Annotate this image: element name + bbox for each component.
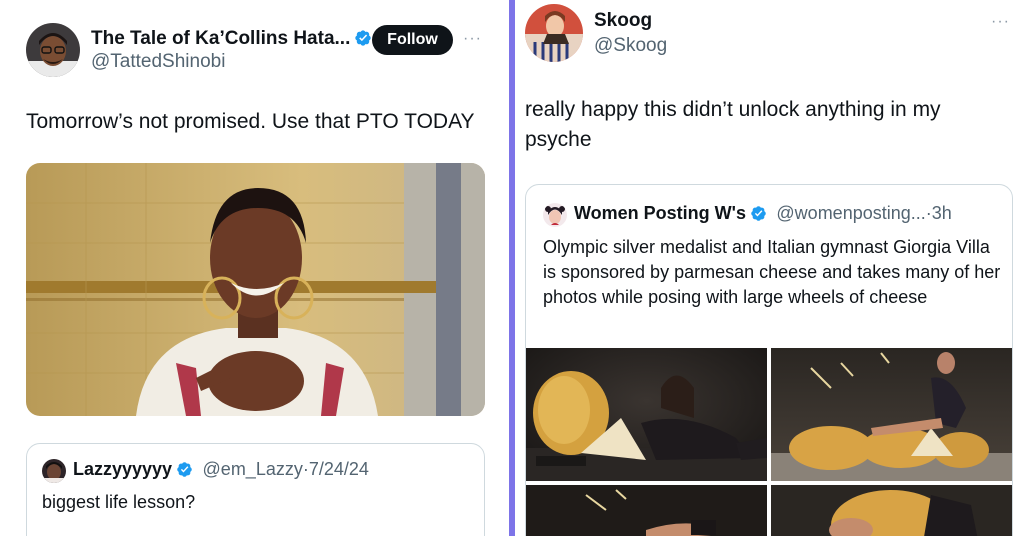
quote-photo-3[interactable] <box>526 485 767 536</box>
quote-author-name[interactable]: Women Posting W's <box>574 203 746 223</box>
more-dots-icon[interactable]: ··· <box>463 31 482 47</box>
author-name-text: The Tale of Ka’Collins Hata... <box>91 28 351 49</box>
quoted-tweet[interactable]: Women Posting W's @womenposting...·3h Ol… <box>525 184 1013 536</box>
verified-badge-icon <box>354 29 372 53</box>
quote-header: Lazzyyyyyy @em_Lazzy·7/24/24 <box>73 459 369 483</box>
author-handle[interactable]: @TattedShinobi <box>91 51 225 73</box>
quote-photo-4[interactable] <box>771 485 1012 536</box>
quote-header: Women Posting W's @womenposting...·3h <box>574 203 952 227</box>
tweet-text: Tomorrow’s not promised. Use that PTO TO… <box>26 110 475 133</box>
quote-author-handle[interactable]: @em_Lazzy <box>203 459 303 479</box>
left-tweet: The Tale of Ka’Collins Hata... @TattedSh… <box>0 0 509 536</box>
quote-time[interactable]: 3h <box>932 203 952 223</box>
quote-text: Olympic silver medalist and Italian gymn… <box>543 237 1001 307</box>
author-name[interactable]: The Tale of Ka’Collins Hata... <box>91 28 372 53</box>
quote-photo-2[interactable] <box>771 348 1012 481</box>
tweet-media-image[interactable] <box>26 163 485 416</box>
author-avatar[interactable] <box>26 23 80 77</box>
quote-author-avatar <box>42 459 66 483</box>
tweet-text: really happy this didn’t unlock anything… <box>525 98 941 151</box>
quote-author-name[interactable]: Lazzyyyyyy <box>73 459 172 479</box>
follow-button[interactable]: Follow <box>372 25 453 55</box>
quote-text: biggest life lesson? <box>42 492 196 512</box>
more-dots-icon[interactable]: ··· <box>991 14 1010 30</box>
right-tweet: Skoog @Skoog ··· really happy this didn’… <box>515 0 1024 536</box>
quoted-tweet[interactable]: Lazzyyyyyy @em_Lazzy·7/24/24 biggest lif… <box>26 443 485 536</box>
verified-badge-icon <box>750 205 767 227</box>
quote-author-handle[interactable]: @womenposting... <box>776 203 925 223</box>
author-name[interactable]: Skoog <box>594 10 652 32</box>
author-avatar[interactable] <box>525 4 583 62</box>
verified-badge-icon <box>176 461 193 483</box>
quote-photo-1[interactable] <box>526 348 767 481</box>
quote-date[interactable]: 7/24/24 <box>309 459 369 479</box>
author-handle[interactable]: @Skoog <box>594 35 667 57</box>
quote-author-avatar <box>543 203 567 227</box>
